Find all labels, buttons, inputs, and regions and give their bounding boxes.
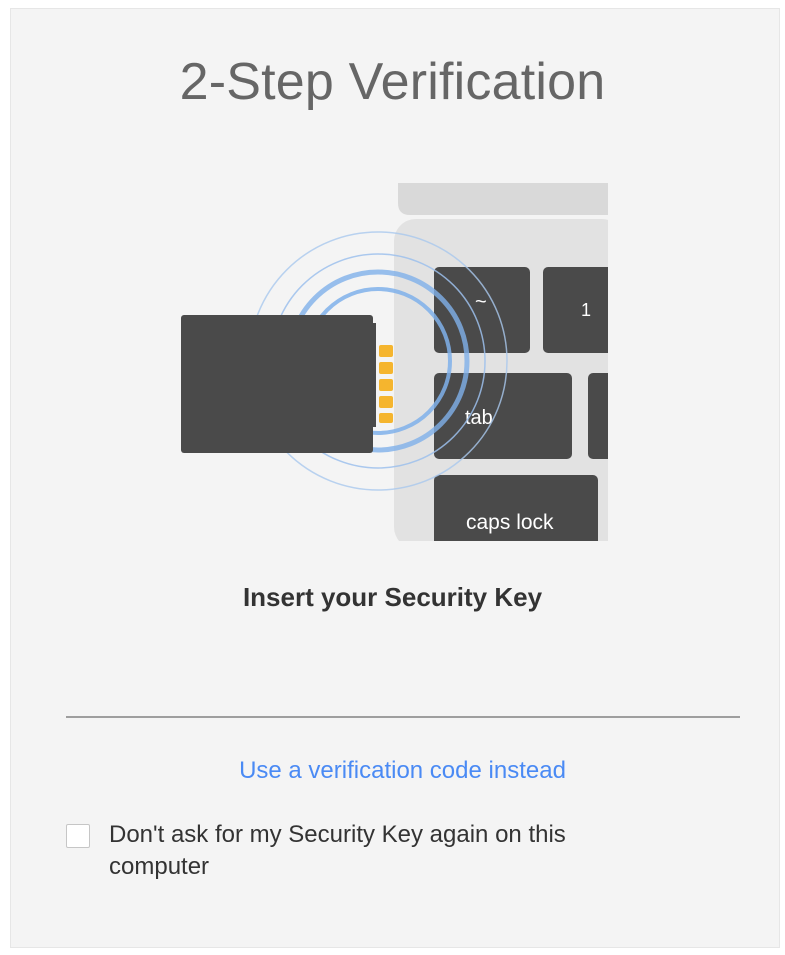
caps-lock-key-label: caps lock <box>466 511 554 534</box>
one-key <box>543 267 608 353</box>
security-key-illustration: ~ 1 tab caps lock <box>181 183 608 541</box>
page-title: 2-Step Verification <box>179 53 606 111</box>
caps-lock-key <box>434 475 598 541</box>
insert-key-instruction: Insert your Security Key <box>242 582 543 612</box>
security-key-icon <box>181 315 393 453</box>
tilde-key-label: ~ <box>475 291 487 313</box>
divider <box>66 716 740 718</box>
remember-computer-option: Don't ask for my Security Key again on t… <box>66 819 726 883</box>
one-key-label: 1 <box>581 300 591 320</box>
remember-checkbox-label[interactable]: Don't ask for my Security Key again on t… <box>109 819 669 883</box>
remember-checkbox[interactable] <box>66 824 90 848</box>
keyboard-graphic: ~ 1 tab caps lock <box>394 183 608 541</box>
use-verification-code-link[interactable]: Use a verification code instead <box>0 757 785 785</box>
tab-key <box>434 373 572 459</box>
q-key <box>588 373 608 459</box>
